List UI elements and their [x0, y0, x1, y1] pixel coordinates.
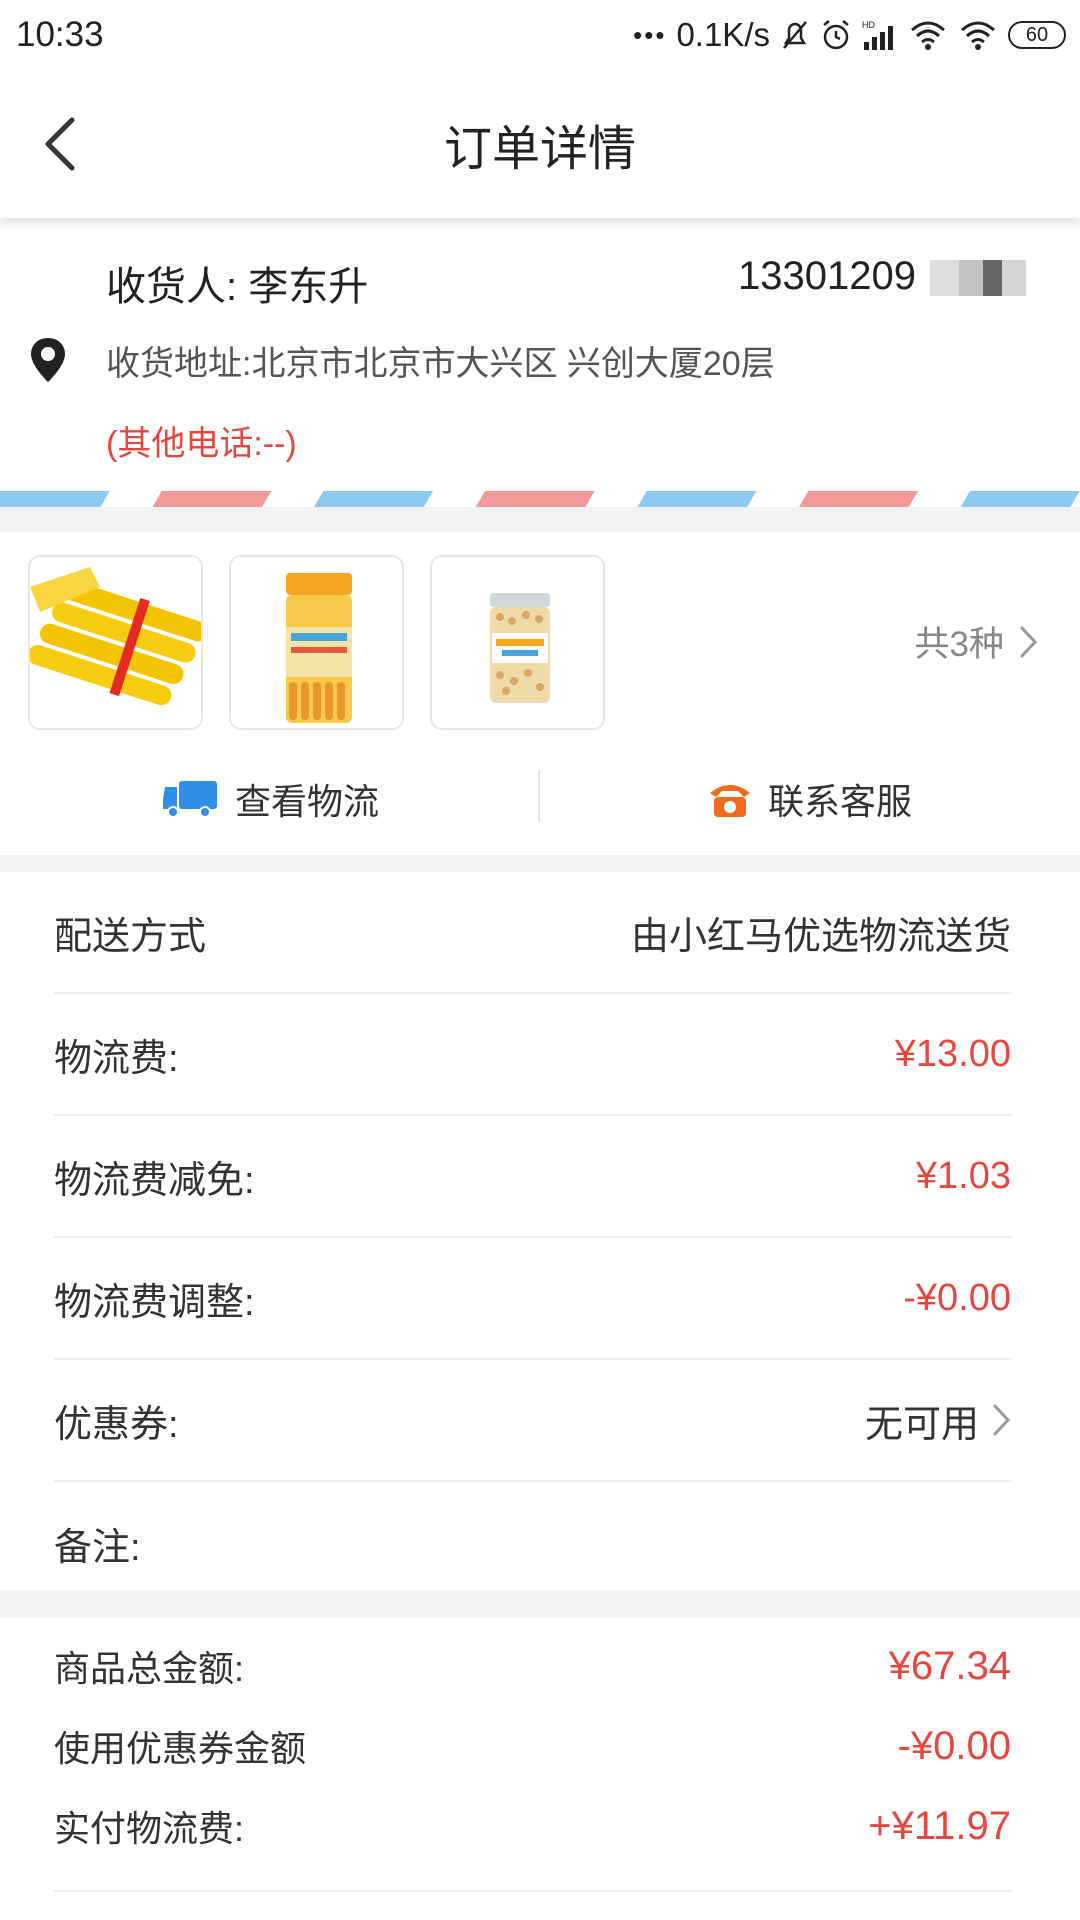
alarm-icon	[823, 20, 849, 50]
truck-icon	[162, 780, 217, 818]
products-section: 共3种 查看物流 联系客服	[0, 532, 1080, 855]
section-gap	[0, 1590, 1080, 1618]
sausage-jar-image	[231, 557, 402, 728]
delivery-method-value: 由小红马优选物流送货	[630, 915, 1011, 958]
product-thumb-sausage[interactable]	[28, 555, 203, 730]
mute-bell-icon	[783, 21, 807, 49]
logistics-fee-row: 物流费: ¥13.00	[54, 994, 1011, 1116]
contact-service-label: 联系客服	[767, 780, 912, 822]
summary-divider	[54, 1890, 1011, 1892]
status-icons: ••• 0.1K/s HD 60	[633, 16, 1066, 54]
goods-total-value: ¥67.34	[888, 1643, 1011, 1688]
envelope-border	[0, 491, 1080, 507]
receiver-phone: 13301209	[738, 254, 916, 298]
coupon-row[interactable]: 优惠券: 无可用	[54, 1360, 1011, 1482]
back-button[interactable]	[20, 100, 100, 188]
fee-adjust-label: 物流费调整:	[54, 1281, 255, 1324]
product-thumb-puffs-jar[interactable]	[430, 555, 605, 730]
product-count-link[interactable]: 共3种	[915, 616, 1038, 667]
page-title: 订单详情	[443, 123, 636, 176]
paid-fee-value: +¥11.97	[868, 1803, 1011, 1848]
svg-text:HD: HD	[862, 20, 875, 30]
coupon-used-row: 使用优惠券金额 -¥0.00	[54, 1706, 1011, 1786]
fee-discount-value: ¥1.03	[915, 1154, 1011, 1197]
order-details: 配送方式 由小红马优选物流送货 物流费: ¥13.00 物流费减免: ¥1.03…	[0, 872, 1080, 1590]
view-logistics-label: 查看物流	[234, 780, 379, 822]
view-logistics-button[interactable]: 查看物流	[0, 742, 540, 855]
fee-adjust-row: 物流费调整: -¥0.00	[54, 1238, 1011, 1360]
wifi-icon-2	[961, 21, 995, 50]
delivery-method-row: 配送方式 由小红马优选物流送货	[54, 872, 1011, 994]
nav-bar: 订单详情	[0, 70, 1080, 218]
logistics-fee-value: ¥13.00	[894, 1032, 1011, 1075]
coupon-label: 优惠券:	[54, 1403, 179, 1446]
order-actions: 查看物流 联系客服	[0, 742, 1080, 855]
status-time: 10:33	[16, 15, 104, 54]
battery-level: 60	[1025, 23, 1049, 46]
phone-icon	[709, 784, 750, 817]
phone-mask	[930, 260, 1026, 296]
goods-total-row: 商品总金额: ¥67.34	[54, 1626, 1011, 1706]
section-gap	[0, 855, 1080, 872]
order-summary: 商品总金额: ¥67.34 使用优惠券金额 -¥0.00 实付物流费: +¥11…	[0, 1618, 1080, 1920]
address-line: 收货地址:北京市北京市大兴区 兴创大厦20层	[106, 345, 775, 383]
back-arrow-icon	[45, 117, 75, 171]
coupon-value-wrap: 无可用	[865, 1393, 1011, 1448]
chevron-right-icon	[992, 1403, 1011, 1437]
wifi-icon	[911, 21, 945, 50]
logistics-fee-label: 物流费:	[54, 1037, 179, 1080]
fee-discount-label: 物流费减免:	[54, 1159, 255, 1202]
net-speed: 0.1K/s	[676, 16, 770, 53]
coupon-used-value: -¥0.00	[897, 1723, 1011, 1768]
remark-row[interactable]: 备注:	[54, 1482, 1011, 1604]
contact-service-button[interactable]: 联系客服	[540, 742, 1080, 855]
more-dots-icon: •••	[633, 19, 667, 50]
remark-label: 备注:	[54, 1526, 141, 1569]
coupon-value: 无可用	[864, 1403, 979, 1446]
product-count-label: 共3种	[914, 625, 1004, 664]
sausage-image	[30, 557, 201, 728]
battery-icon: 60	[1008, 21, 1066, 49]
paid-fee-label: 实付物流费:	[54, 1808, 245, 1849]
delivery-method-label: 配送方式	[54, 915, 207, 958]
signal-hd-icon: HD	[862, 20, 893, 50]
section-gap	[0, 507, 1080, 532]
coupon-used-label: 使用优惠券金额	[54, 1728, 307, 1769]
address-card: 收货人: 李东升 13301209 收货地址:北京市北京市大兴区 兴创大厦20层…	[0, 218, 1080, 491]
paid-fee-row: 实付物流费: +¥11.97	[54, 1786, 1011, 1866]
other-phone: (其他电话:--)	[106, 425, 297, 463]
fee-adjust-value: -¥0.00	[903, 1276, 1011, 1319]
fee-discount-row: 物流费减免: ¥1.03	[54, 1116, 1011, 1238]
receiver-name: 收货人: 李东升	[106, 265, 369, 309]
status-bar: 10:33 ••• 0.1K/s HD 60	[0, 0, 1080, 70]
location-pin-icon	[31, 338, 65, 382]
action-divider	[538, 770, 540, 822]
goods-total-label: 商品总金额:	[54, 1648, 245, 1689]
puffs-jar-image	[432, 557, 603, 728]
chevron-right-icon	[1019, 625, 1038, 658]
product-thumb-sausage-jar[interactable]	[229, 555, 404, 730]
